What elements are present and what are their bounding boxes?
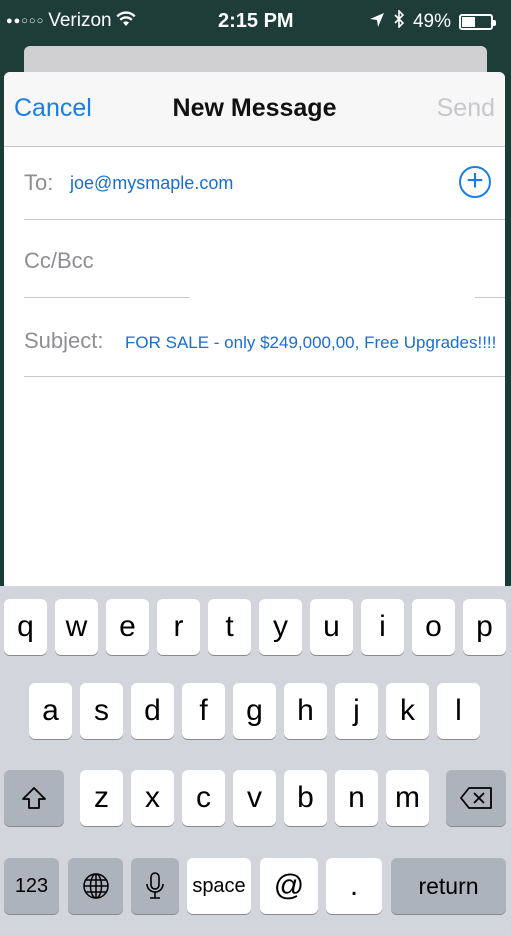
key-m[interactable]: m: [386, 770, 429, 826]
delete-icon: [460, 787, 492, 809]
add-contact-button[interactable]: +: [459, 166, 491, 198]
microphone-key[interactable]: [131, 858, 179, 914]
divider: [24, 297, 190, 298]
key-u[interactable]: u: [310, 599, 353, 655]
key-j[interactable]: j: [335, 683, 378, 739]
key-z[interactable]: z: [80, 770, 123, 826]
microphone-icon: [146, 872, 164, 899]
shift-key[interactable]: [4, 770, 64, 826]
clock: 2:15 PM: [218, 10, 294, 32]
screen: ●●○○○ Verizon 2:15 PM 49% Cancel New Mes…: [0, 0, 511, 935]
numbers-key[interactable]: 123: [4, 858, 59, 914]
return-key[interactable]: return: [391, 858, 506, 914]
key-r[interactable]: r: [157, 599, 200, 655]
keyboard: q w e r t y u i o p a s d f g h j k l z …: [0, 586, 511, 935]
battery-percent: 49%: [412, 11, 451, 32]
key-h[interactable]: h: [284, 683, 327, 739]
page-title: New Message: [172, 94, 337, 122]
key-x[interactable]: x: [131, 770, 174, 826]
period-key[interactable]: .: [326, 858, 382, 914]
key-t[interactable]: t: [208, 599, 251, 655]
send-button[interactable]: Send: [437, 94, 495, 123]
battery-fill: [462, 17, 475, 27]
key-f[interactable]: f: [182, 683, 225, 739]
background-sheet: [0, 46, 511, 74]
key-k[interactable]: k: [386, 683, 429, 739]
divider: [24, 219, 505, 220]
cc-bcc-field[interactable]: Cc/Bcc: [24, 248, 505, 274]
divider: [475, 297, 505, 298]
key-n[interactable]: n: [335, 770, 378, 826]
key-g[interactable]: g: [233, 683, 276, 739]
globe-key[interactable]: [68, 858, 123, 914]
divider: [24, 376, 505, 377]
key-e[interactable]: e: [106, 599, 149, 655]
key-d[interactable]: d: [131, 683, 174, 739]
background-card: [24, 46, 487, 74]
signal-strength-icon: ●●○○○: [6, 15, 45, 27]
space-key[interactable]: space: [187, 858, 251, 914]
key-p[interactable]: p: [463, 599, 506, 655]
battery-icon: [459, 14, 496, 30]
carrier-name: Verizon: [48, 10, 112, 31]
location-arrow-icon: [369, 12, 385, 33]
message-body[interactable]: [24, 384, 495, 584]
navigation-bar: Cancel New Message Send: [4, 72, 505, 147]
cc-bcc-label: Cc/Bcc: [24, 248, 94, 273]
key-a[interactable]: a: [29, 683, 72, 739]
key-v[interactable]: v: [233, 770, 276, 826]
subject-value[interactable]: FOR SALE - only $249,000,00, Free Upgrad…: [125, 333, 496, 353]
key-y[interactable]: y: [259, 599, 302, 655]
key-q[interactable]: q: [4, 599, 47, 655]
to-label: To:: [24, 170, 54, 195]
wifi-icon: [116, 10, 136, 32]
key-c[interactable]: c: [182, 770, 225, 826]
status-bar: ●●○○○ Verizon 2:15 PM 49%: [0, 0, 511, 46]
key-w[interactable]: w: [55, 599, 98, 655]
at-key[interactable]: @: [260, 858, 318, 914]
key-o[interactable]: o: [412, 599, 455, 655]
shift-icon: [22, 787, 46, 809]
key-l[interactable]: l: [437, 683, 480, 739]
to-field[interactable]: To: joe@mysmaple.com +: [24, 166, 505, 220]
delete-key[interactable]: [446, 770, 506, 826]
subject-label: Subject:: [24, 328, 104, 353]
key-s[interactable]: s: [80, 683, 123, 739]
key-i[interactable]: i: [361, 599, 404, 655]
globe-icon: [82, 873, 109, 899]
to-recipient[interactable]: joe@mysmaple.com: [70, 173, 233, 194]
key-b[interactable]: b: [284, 770, 327, 826]
bluetooth-icon: [393, 9, 405, 34]
